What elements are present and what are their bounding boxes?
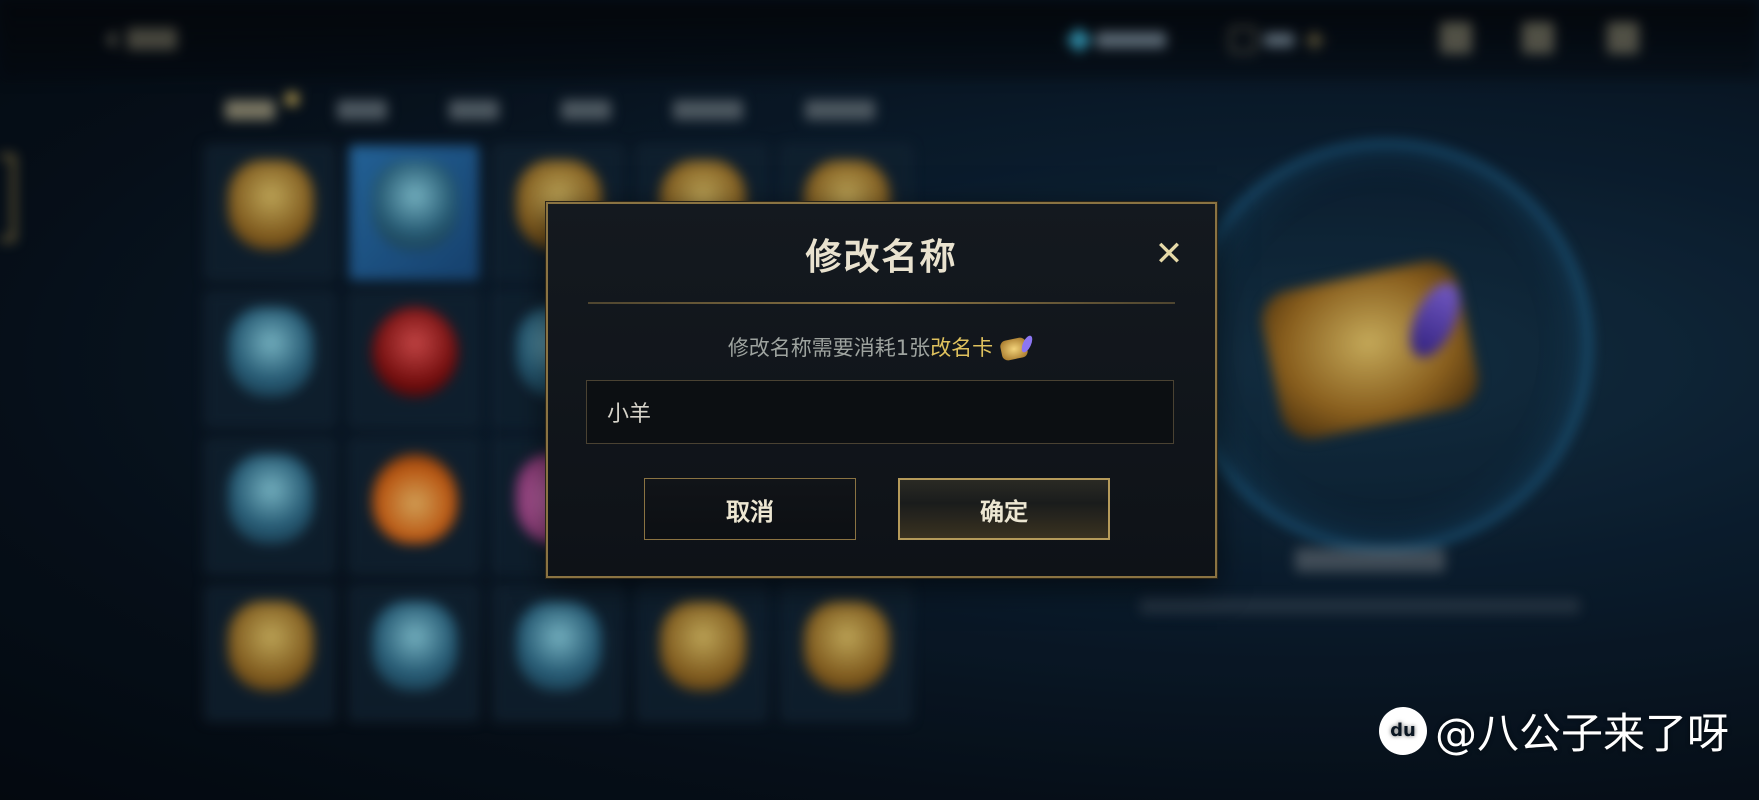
watermark: du @八公子来了呀 xyxy=(1378,700,1729,761)
watermark-text: @八公子来了呀 xyxy=(1434,709,1729,758)
cost-info-text: 修改名称需要消耗1张 xyxy=(727,336,931,360)
rename-card-icon xyxy=(999,334,1035,363)
cost-info: 修改名称需要消耗1张改名卡 xyxy=(548,332,1215,363)
cancel-button[interactable]: 取消 xyxy=(644,478,856,540)
title-divider xyxy=(588,302,1175,304)
rename-dialog: 修改名称 ✕ 修改名称需要消耗1张改名卡 取消 确定 xyxy=(546,202,1217,578)
close-button[interactable]: ✕ xyxy=(1151,234,1187,274)
confirm-button[interactable]: 确定 xyxy=(898,478,1110,540)
close-icon: ✕ xyxy=(1154,234,1184,274)
baidu-paw-icon: du xyxy=(1378,706,1427,755)
rename-card-label: 改名卡 xyxy=(930,336,994,360)
dialog-title: 修改名称 xyxy=(805,237,958,278)
name-input[interactable] xyxy=(586,380,1174,444)
